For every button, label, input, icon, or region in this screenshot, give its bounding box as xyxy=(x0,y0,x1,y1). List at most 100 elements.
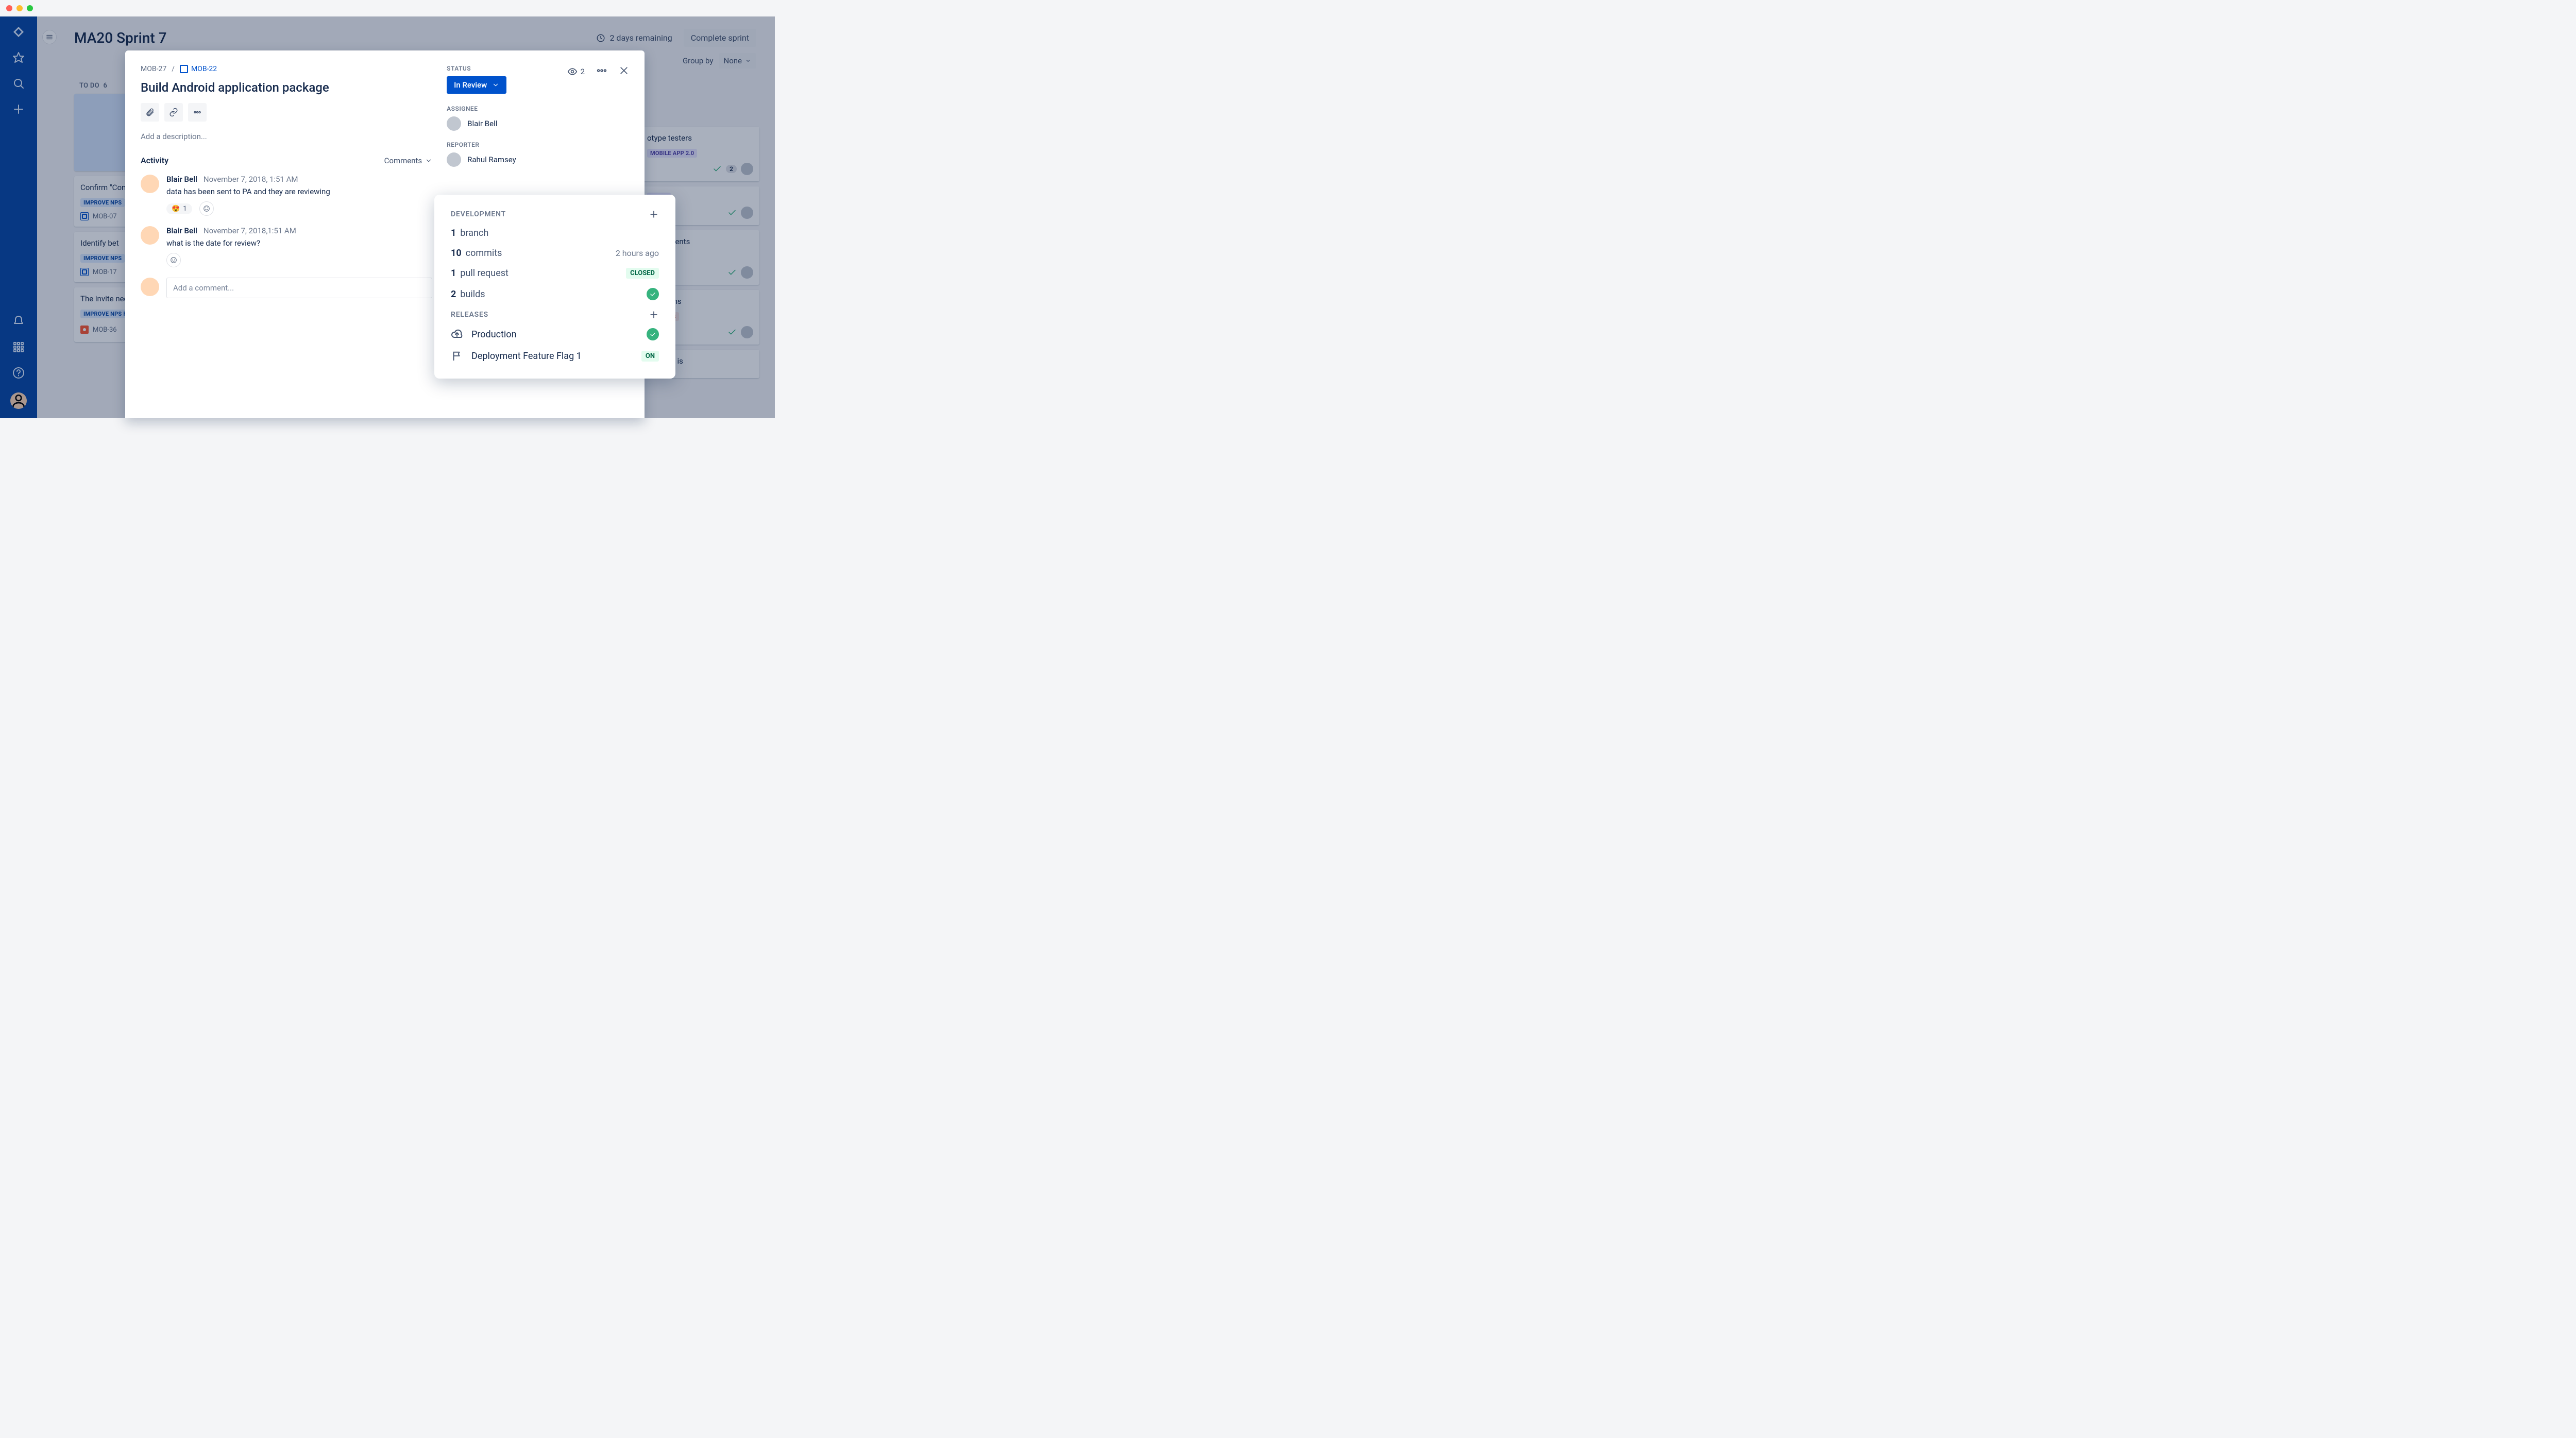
watchers-button[interactable]: 2 xyxy=(567,66,585,77)
more-button[interactable] xyxy=(188,103,207,122)
flag-status-badge: ON xyxy=(641,351,659,362)
assignee-name: Blair Bell xyxy=(467,119,497,128)
current-user-avatar xyxy=(141,278,159,296)
search-icon[interactable] xyxy=(12,77,25,90)
release-success-icon xyxy=(647,328,659,340)
board-title: MA20 Sprint 7 xyxy=(74,29,167,46)
chevron-down-icon xyxy=(425,157,432,164)
reaction-pill[interactable]: 😍1 xyxy=(166,203,192,214)
feature-flag-row[interactable]: Deployment Feature Flag 1 ON xyxy=(451,350,659,362)
card-estimate: 2 xyxy=(726,165,737,173)
profile-avatar[interactable] xyxy=(10,392,27,409)
flag-icon xyxy=(451,350,463,362)
activity-filter-select[interactable]: Comments xyxy=(384,156,433,165)
smile-plus-icon xyxy=(203,205,210,212)
add-comment-row xyxy=(141,278,432,298)
meatballs-icon xyxy=(596,65,607,76)
issue-key: MOB-22 xyxy=(191,65,217,73)
add-reaction-button[interactable] xyxy=(166,253,181,267)
groupby-select[interactable]: None xyxy=(719,53,757,69)
breadcrumb: MOB-27 / MOB-22 xyxy=(141,65,432,73)
window-titlebar xyxy=(0,0,775,16)
link-button[interactable] xyxy=(164,103,183,122)
help-icon[interactable] xyxy=(12,367,25,379)
check-icon xyxy=(727,268,737,277)
close-icon xyxy=(619,65,629,76)
release-production-row[interactable]: Production xyxy=(451,328,659,340)
builds-count: 2 xyxy=(451,289,456,300)
assignee-avatar xyxy=(741,163,753,175)
link-icon xyxy=(169,108,178,117)
card-key: MOB-07 xyxy=(93,213,117,220)
days-remaining: 2 days remaining xyxy=(596,33,672,43)
create-icon[interactable] xyxy=(12,103,25,115)
add-reaction-button[interactable] xyxy=(199,201,214,216)
dev-branch-row[interactable]: 1branch xyxy=(451,228,659,238)
groupby-label: Group by xyxy=(683,56,714,65)
commits-count: 10 xyxy=(451,248,462,259)
assignee-field[interactable]: Blair Bell xyxy=(447,116,629,131)
comment-author[interactable]: Blair Bell xyxy=(166,226,197,235)
assignee-label: ASSIGNEE xyxy=(447,105,629,112)
clock-icon xyxy=(596,33,605,43)
story-icon xyxy=(80,212,89,220)
attach-button[interactable] xyxy=(141,103,159,122)
check-icon xyxy=(713,164,722,174)
comment-author[interactable]: Blair Bell xyxy=(166,175,197,184)
parent-key[interactable]: MOB-27 xyxy=(141,65,166,73)
jira-logo-icon[interactable] xyxy=(12,26,25,38)
window-zoom-dot[interactable] xyxy=(27,5,33,11)
development-heading: DEVELOPMENT xyxy=(451,210,506,218)
comment: Blair Bell November 7, 2018, 1:51 AM dat… xyxy=(141,175,432,216)
activity-filter-value: Comments xyxy=(384,156,422,165)
star-icon[interactable] xyxy=(12,52,25,64)
status-dropdown[interactable]: In Review xyxy=(447,76,506,94)
branch-count: 1 xyxy=(451,228,456,238)
dev-commits-row[interactable]: 10commits 2 hours ago xyxy=(451,248,659,259)
check-icon xyxy=(727,328,737,337)
dev-pr-row[interactable]: 1pull request CLOSED xyxy=(451,268,659,279)
close-button[interactable] xyxy=(619,65,629,78)
add-development-button[interactable] xyxy=(649,209,659,219)
build-success-icon xyxy=(647,288,659,300)
reporter-avatar xyxy=(447,152,461,167)
watch-count: 2 xyxy=(581,67,585,76)
reporter-field[interactable]: Rahul Ramsey xyxy=(447,152,629,167)
column-name: TO DO xyxy=(79,82,99,90)
pr-label: pull request xyxy=(460,268,509,279)
release-name: Production xyxy=(471,329,517,340)
issue-key-link[interactable]: MOB-22 xyxy=(180,65,217,73)
breadcrumb-separator: / xyxy=(172,65,175,73)
groupby-value: None xyxy=(724,56,742,65)
meatballs-icon xyxy=(193,108,202,117)
window-minimize-dot[interactable] xyxy=(16,5,23,11)
dev-builds-row[interactable]: 2builds xyxy=(451,288,659,300)
eye-icon xyxy=(567,66,578,77)
days-remaining-text: 2 days remaining xyxy=(609,33,672,43)
commits-time: 2 hours ago xyxy=(616,248,659,258)
assignee-avatar xyxy=(741,266,753,279)
global-nav-rail xyxy=(0,16,37,418)
assignee-avatar xyxy=(741,207,753,219)
more-actions-button[interactable] xyxy=(596,65,607,78)
issue-title[interactable]: Build Android application package xyxy=(141,80,432,95)
window-close-dot[interactable] xyxy=(6,5,12,11)
releases-heading: RELEASES xyxy=(451,311,488,319)
reporter-label: REPORTER xyxy=(447,141,629,148)
comment-input[interactable] xyxy=(166,278,432,298)
reaction-count: 1 xyxy=(183,205,187,213)
add-release-button[interactable] xyxy=(649,310,659,320)
status-value: In Review xyxy=(454,80,487,90)
complete-sprint-button[interactable]: Complete sprint xyxy=(684,29,756,47)
story-icon xyxy=(80,268,89,276)
notification-icon[interactable] xyxy=(12,315,25,328)
comment-text: what is the date for review? xyxy=(166,238,432,248)
check-icon xyxy=(727,208,737,217)
card[interactable]: otype testers MOBILE APP 2.0 2 xyxy=(641,127,759,181)
cloud-upload-icon xyxy=(451,328,463,340)
sidebar-toggle-button[interactable] xyxy=(42,30,57,44)
description-field[interactable]: Add a description... xyxy=(141,132,432,141)
app-switcher-icon[interactable] xyxy=(12,341,25,353)
assignee-avatar xyxy=(741,326,753,338)
development-panel: DEVELOPMENT 1branch 10commits 2 hours ag… xyxy=(434,195,675,379)
